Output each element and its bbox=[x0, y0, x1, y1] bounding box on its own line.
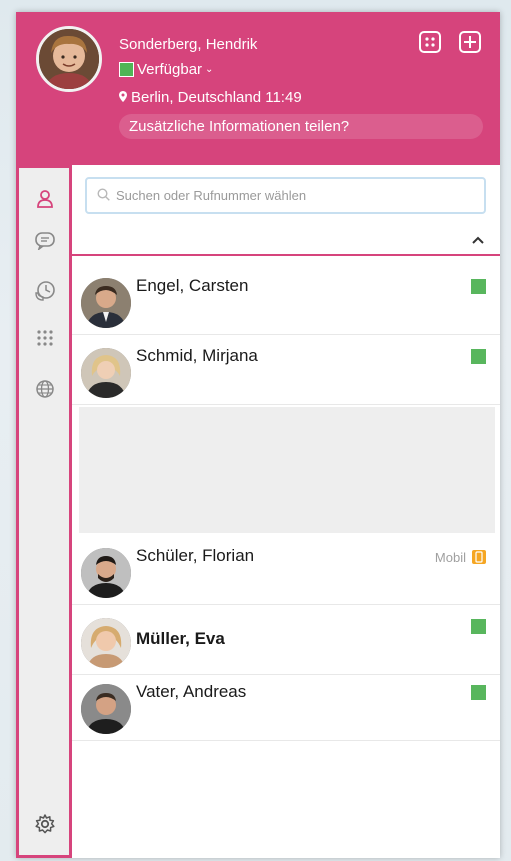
dialpad-icon[interactable] bbox=[34, 328, 56, 350]
list-item[interactable]: Schüler, Florian Mobil bbox=[72, 538, 500, 605]
globe-icon[interactable] bbox=[34, 378, 56, 400]
status-selector[interactable]: Verfügbar ⌄ bbox=[119, 61, 213, 78]
search-icon bbox=[97, 187, 110, 204]
location-text: Berlin, Deutschland 11:49 bbox=[131, 89, 302, 106]
chevron-up-icon[interactable] bbox=[472, 231, 484, 247]
mobile-status-icon bbox=[472, 550, 486, 564]
location-pin-icon bbox=[119, 90, 127, 105]
contact-name: Schmid, Mirjana bbox=[136, 346, 258, 365]
plus-icon[interactable] bbox=[459, 31, 481, 53]
contact-name: Schüler, Florian bbox=[136, 546, 255, 565]
list-item[interactable]: Müller, Eva bbox=[72, 608, 500, 675]
avatar bbox=[81, 278, 131, 328]
status-badge bbox=[471, 349, 486, 364]
profile-name: Sonderberg, Hendrik bbox=[119, 36, 258, 53]
list-item[interactable]: Schmid, Mirjana bbox=[72, 338, 500, 405]
person-icon[interactable] bbox=[34, 188, 56, 210]
status-badge bbox=[471, 619, 486, 634]
sidebar bbox=[16, 165, 72, 858]
share-info-button[interactable]: Zusätzliche Informationen teilen? bbox=[119, 114, 483, 139]
contact-name: Engel, Carsten bbox=[136, 276, 249, 295]
avatar bbox=[81, 348, 131, 398]
contact-name: Vater, Andreas bbox=[136, 682, 247, 701]
status-label: Mobil bbox=[434, 550, 466, 565]
chat-icon[interactable] bbox=[34, 230, 56, 252]
empty-placeholder bbox=[79, 407, 495, 533]
profile-avatar[interactable] bbox=[36, 26, 102, 92]
status-indicator bbox=[119, 62, 134, 77]
contact-name: Müller, Eva bbox=[136, 629, 225, 648]
status-badge bbox=[471, 685, 486, 700]
status-badge bbox=[471, 279, 486, 294]
list-item[interactable]: Engel, Carsten bbox=[72, 268, 500, 335]
location-row: Berlin, Deutschland 11:49 bbox=[119, 89, 302, 106]
avatar bbox=[81, 548, 131, 598]
gear-icon[interactable] bbox=[34, 813, 56, 835]
apps-grid-icon[interactable] bbox=[419, 31, 441, 53]
status-label: Verfügbar bbox=[137, 61, 203, 78]
search-placeholder: Suchen oder Rufnummer wählen bbox=[116, 188, 307, 203]
chevron-down-icon: ⌄ bbox=[205, 64, 214, 75]
profile-header: Sonderberg, Hendrik Verfügbar ⌄ Berlin, … bbox=[16, 12, 500, 165]
collapse-toggle[interactable] bbox=[72, 222, 500, 256]
avatar bbox=[81, 618, 131, 668]
avatar bbox=[81, 684, 131, 734]
search-input[interactable]: Suchen oder Rufnummer wählen bbox=[85, 177, 486, 214]
list-item[interactable]: Vater, Andreas bbox=[72, 674, 500, 741]
contacts-panel: Suchen oder Rufnummer wählen Engel, Cars… bbox=[72, 165, 500, 858]
history-phone-icon[interactable] bbox=[34, 280, 56, 302]
app-window: Sonderberg, Hendrik Verfügbar ⌄ Berlin, … bbox=[16, 12, 500, 858]
